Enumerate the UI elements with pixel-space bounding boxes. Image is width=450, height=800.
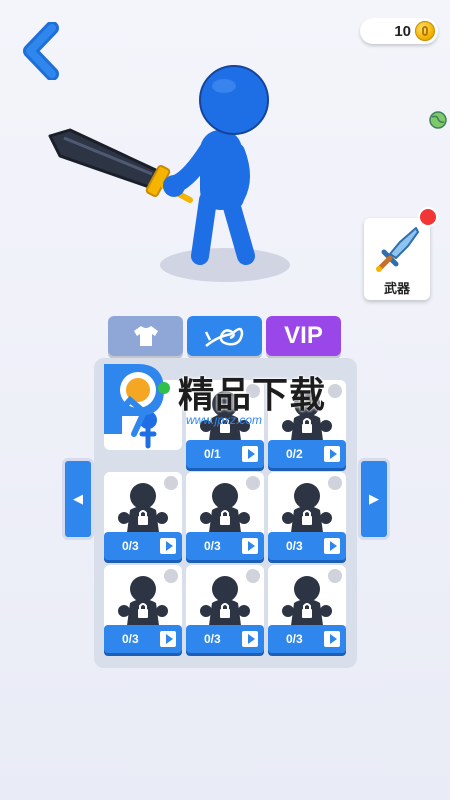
- weapon-card[interactable]: 武器: [364, 218, 430, 300]
- play-video-icon: [242, 446, 258, 462]
- prev-page-button[interactable]: ◀: [62, 458, 94, 540]
- watermark-url: www.jpxz.com: [186, 413, 263, 427]
- grid-item[interactable]: 0/3: [104, 565, 182, 653]
- watch-ad-button[interactable]: 0/1: [186, 440, 264, 468]
- grid-item[interactable]: 0/3: [186, 565, 264, 653]
- grid-item[interactable]: 0/3: [104, 472, 182, 560]
- progress-count: 0/1: [204, 447, 221, 461]
- progress-count: 0/3: [122, 632, 139, 646]
- progress-count: 0/3: [204, 632, 221, 646]
- notification-badge: [418, 207, 438, 227]
- progress-count: 0/3: [286, 632, 303, 646]
- play-video-icon: [324, 446, 340, 462]
- play-video-icon: [160, 631, 176, 647]
- watch-ad-button[interactable]: 0/3: [186, 532, 264, 560]
- progress-count: 0/3: [122, 539, 139, 553]
- progress-count: 0/3: [286, 539, 303, 553]
- watch-ad-button[interactable]: 0/2: [268, 440, 346, 468]
- progress-count: 0/2: [286, 447, 303, 461]
- tab-vip[interactable]: VIP: [266, 316, 341, 356]
- shirt-icon: [133, 326, 158, 346]
- watch-ad-button[interactable]: 0/3: [268, 532, 346, 560]
- grid-item[interactable]: 0/3: [268, 565, 346, 653]
- watermark-logo: [104, 364, 170, 437]
- next-page-button[interactable]: ▶: [358, 458, 390, 540]
- play-video-icon: [160, 538, 176, 554]
- tab-symbol[interactable]: [187, 316, 262, 356]
- watch-ad-button[interactable]: 0/3: [104, 625, 182, 653]
- globe-icon[interactable]: [428, 110, 448, 130]
- weapon-label: 武器: [383, 281, 410, 296]
- swirl-leaf-icon: [204, 327, 243, 347]
- coin-count: 10: [394, 22, 411, 40]
- play-video-icon: [242, 631, 258, 647]
- play-video-icon: [242, 538, 258, 554]
- coin-icon: [415, 21, 435, 41]
- watch-ad-button[interactable]: 0/3: [104, 532, 182, 560]
- grid-item[interactable]: 0/3: [268, 472, 346, 560]
- play-video-icon: [324, 538, 340, 554]
- coin-counter: 10: [360, 18, 438, 44]
- progress-count: 0/3: [204, 539, 221, 553]
- watch-ad-button[interactable]: 0/3: [186, 625, 264, 653]
- tab-outfit[interactable]: [108, 316, 183, 356]
- grid-item[interactable]: 0/3: [186, 472, 264, 560]
- play-video-icon: [324, 631, 340, 647]
- watermark-title: 精品下载: [178, 374, 327, 415]
- watch-ad-button[interactable]: 0/3: [268, 625, 346, 653]
- sword-icon: [376, 227, 419, 272]
- stickman-character: [48, 65, 269, 265]
